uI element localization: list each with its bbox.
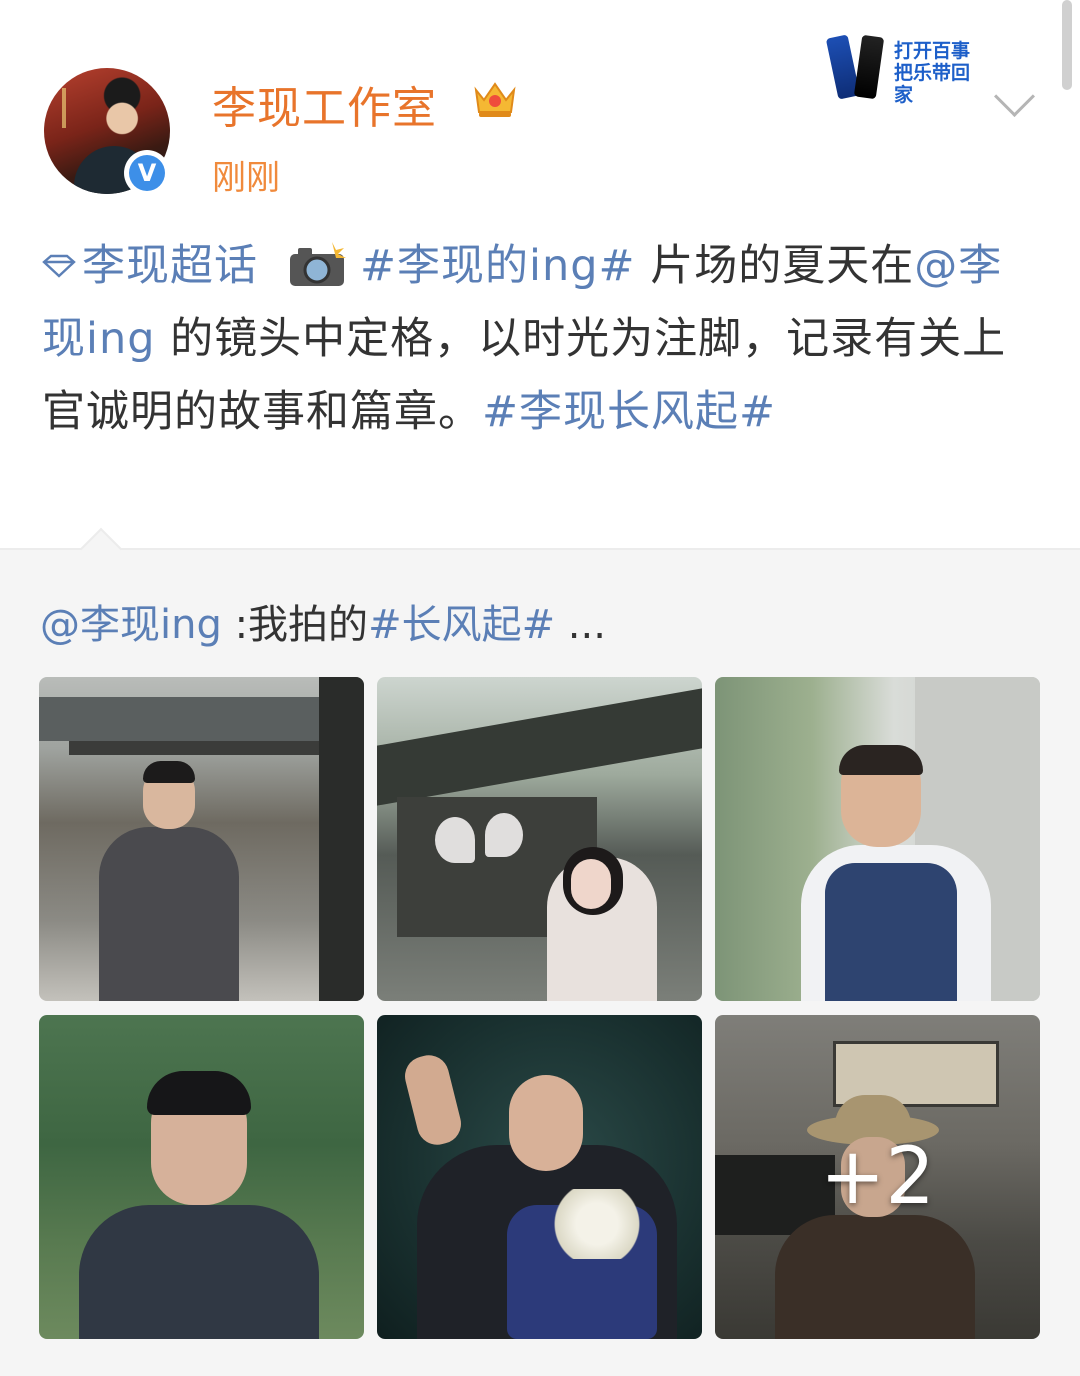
photo-woman-with-butterfly[interactable] (377, 677, 702, 1001)
photo-man-in-hat-peace-sign[interactable]: +2 (715, 1015, 1040, 1339)
hashtag-link-2[interactable]: #李现长风起# (482, 387, 776, 437)
photo-man-in-vest-glasses[interactable] (715, 677, 1040, 1001)
scrollbar[interactable] (1062, 0, 1072, 90)
more-images-label[interactable]: +2 (715, 1015, 1040, 1339)
repost-text[interactable]: @李现ing :我拍的#长风起# ... (40, 592, 606, 650)
camera-flash-icon (290, 242, 346, 286)
repost-hashtag-link[interactable]: #长风起# (368, 602, 555, 648)
crown-icon (474, 82, 516, 117)
ad-text-line1: 打开百事 (894, 40, 971, 62)
photo-bald-man-with-flowers[interactable] (377, 1015, 702, 1339)
chevron-down-icon[interactable] (993, 75, 1036, 118)
post-timestamp: 刚刚 (212, 158, 280, 198)
supertopic-icon (42, 228, 76, 278)
weibo-post: V 李现工作室 刚刚 打开百事 把乐带回家 李现超话 #李现的ing# 片场的夏天… (0, 0, 1080, 548)
pepsi-ad-badge[interactable]: 打开百事 把乐带回家 (825, 22, 978, 106)
username[interactable]: 李现工作室 (212, 72, 437, 136)
repost-ellipsis: ... (555, 602, 606, 648)
repost-body: :我拍的 (221, 602, 369, 648)
repost-mention-link[interactable]: @李现ing (40, 602, 222, 648)
post-body: 李现超话 #李现的ing# 片场的夏天在@李现ing 的镜头中定格，以时光为注脚，… (42, 228, 1042, 449)
photo-man-in-suit-courtyard[interactable] (39, 677, 364, 1001)
ad-text-line2: 把乐带回家 (894, 62, 971, 106)
verified-badge-icon: V (124, 150, 170, 196)
hashtag-link-1[interactable]: #李现的ing# (360, 241, 636, 291)
supertopic-link[interactable]: 李现超话 (42, 241, 258, 291)
post-text-part1: 片场的夏天在 (635, 241, 915, 291)
photo-man-in-changshan[interactable] (39, 1015, 364, 1339)
